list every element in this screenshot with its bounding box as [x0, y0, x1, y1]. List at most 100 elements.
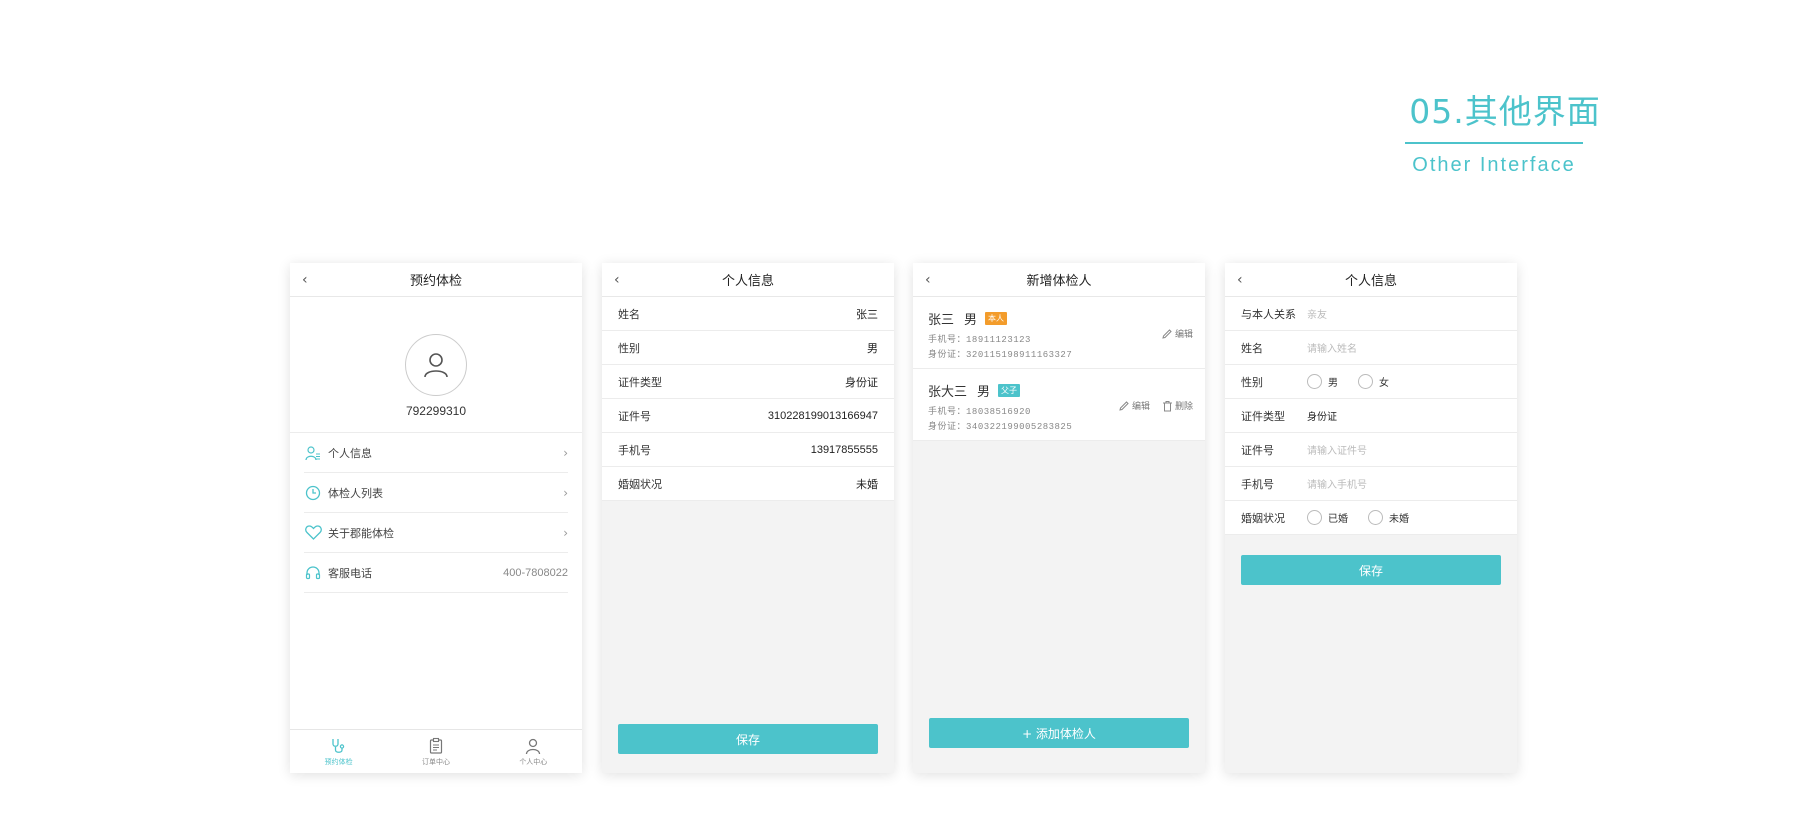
examinee-name: 张大三 — [928, 385, 968, 400]
nav-bar: ‹ 新增体检人 — [913, 263, 1205, 297]
row-label: 手机号 — [618, 443, 651, 457]
section-heading: 05.其他界面 Other Interface — [1405, 92, 1605, 177]
bottom-tabbar: 预约体检 订单中心 个人中心 — [290, 729, 582, 773]
radio-circle-icon — [1358, 374, 1373, 389]
row-value: 男 — [867, 342, 878, 355]
form-row-marital: 婚姻状况 已婚 未婚 — [1225, 501, 1517, 535]
back-icon[interactable]: ‹ — [302, 272, 316, 288]
page-title: 个人信息 — [1344, 274, 1397, 289]
id-value: 320115198911163327 — [966, 350, 1073, 360]
stethoscope-icon — [332, 738, 344, 753]
examinee-name-row: 张三 男 本人 — [928, 309, 1190, 328]
radio-label: 男 — [1328, 378, 1338, 389]
back-icon[interactable]: ‹ — [1237, 272, 1251, 288]
examinee-name: 张三 — [928, 313, 955, 328]
tab-appointment[interactable]: 预约体检 — [290, 730, 387, 773]
radio-label: 未婚 — [1389, 514, 1409, 525]
menu-item-personal-info[interactable]: 个人信息 › — [304, 433, 568, 473]
radio-male[interactable]: 男 — [1307, 374, 1338, 389]
row-label: 手机号 — [1241, 477, 1274, 491]
page-title: 个人信息 — [721, 274, 774, 289]
row-label: 性别 — [618, 341, 640, 355]
edit-label: 编辑 — [1131, 402, 1150, 412]
service-phone[interactable]: 400-7808022 — [503, 567, 568, 579]
radio-unmarried[interactable]: 未婚 — [1368, 510, 1409, 525]
screen-personal-info: ‹ 个人信息 姓名 张三 性别 男 证件类型 身份证 证件号 310228199… — [602, 263, 894, 773]
screen-edit-info: ‹ 个人信息 与本人关系 亲友 姓名 请输入姓名 性别 男 女 证件类型 身份证… — [1225, 263, 1517, 773]
info-row-marital: 婚姻状况 未婚 — [602, 467, 894, 501]
row-label: 证件号 — [1241, 443, 1274, 457]
form-row-id-type[interactable]: 证件类型 身份证 — [1225, 399, 1517, 433]
relation-field[interactable]: 亲友 — [1307, 306, 1327, 321]
radio-circle-icon — [1307, 510, 1322, 525]
examinee-card[interactable]: 张大三 男 父子 手机号：18038516920 身份证：34032219900… — [913, 369, 1205, 441]
card-actions: 编辑 — [1161, 327, 1193, 340]
delete-label: 删除 — [1174, 402, 1193, 412]
headset-icon — [304, 564, 322, 582]
examinee-gender: 男 — [964, 313, 978, 328]
id-value: 340322199005283825 — [966, 422, 1073, 432]
edit-label: 编辑 — [1174, 330, 1193, 340]
relation-badge: 父子 — [998, 384, 1021, 397]
id-label: 身份证： — [928, 422, 967, 432]
pencil-icon — [1119, 400, 1129, 411]
examinee-details: 手机号：18911123123 身份证：320115198911163327 — [928, 333, 1190, 363]
relation-badge: 本人 — [985, 312, 1008, 325]
radio-married[interactable]: 已婚 — [1307, 510, 1348, 525]
row-value: 张三 — [856, 308, 878, 321]
user-avatar-icon — [424, 353, 448, 378]
user-id: 792299310 — [405, 404, 467, 418]
edit-button[interactable]: 编辑 — [1118, 399, 1150, 412]
row-label: 婚姻状况 — [1241, 511, 1285, 525]
nav-bar: ‹ 预约体检 — [290, 263, 582, 297]
row-label: 性别 — [1241, 375, 1263, 389]
row-value: 未婚 — [856, 478, 878, 491]
id-number-input[interactable]: 请输入证件号 — [1307, 442, 1367, 457]
info-row-name: 姓名 张三 — [602, 297, 894, 331]
save-button[interactable]: 保存 — [618, 724, 878, 754]
clock-icon — [304, 484, 322, 502]
profile-menu: 个人信息 › 体检人列表 › 关于郡能体检 › 客服电话 400-7808022 — [290, 433, 582, 593]
back-icon[interactable]: ‹ — [614, 272, 628, 288]
form-row-id-number[interactable]: 证件号 请输入证件号 — [1225, 433, 1517, 467]
avatar[interactable] — [405, 334, 467, 396]
user-list-icon — [304, 444, 322, 462]
examinee-gender: 男 — [977, 385, 991, 400]
menu-label: 个人信息 — [328, 446, 372, 460]
name-input[interactable]: 请输入姓名 — [1307, 340, 1357, 355]
trash-icon — [1162, 400, 1172, 411]
phone-input[interactable]: 请输入手机号 — [1307, 476, 1367, 491]
marital-radio-group: 已婚 未婚 — [1307, 510, 1409, 525]
card-actions: 编辑 删除 — [1118, 399, 1193, 412]
row-label: 姓名 — [618, 307, 640, 321]
delete-button[interactable]: 删除 — [1162, 399, 1193, 412]
row-label: 与本人关系 — [1241, 307, 1296, 321]
row-label: 婚姻状况 — [618, 477, 662, 491]
tab-orders[interactable]: 订单中心 — [387, 730, 484, 773]
nav-bar: ‹ 个人信息 — [602, 263, 894, 297]
examinee-card[interactable]: 张三 男 本人 手机号：18911123123 身份证：320115198911… — [913, 297, 1205, 369]
row-label: 姓名 — [1241, 341, 1263, 355]
section-title-cn: 05.其他界面 — [1409, 92, 1601, 131]
back-icon[interactable]: ‹ — [925, 272, 939, 288]
id-type-value[interactable]: 身份证 — [1307, 408, 1337, 423]
row-label: 证件号 — [618, 409, 651, 423]
menu-item-customer-service[interactable]: 客服电话 400-7808022 — [304, 553, 568, 593]
form-row-relation[interactable]: 与本人关系 亲友 — [1225, 297, 1517, 331]
edit-button[interactable]: 编辑 — [1161, 327, 1193, 340]
chevron-right-icon: › — [563, 485, 568, 500]
save-button[interactable]: 保存 — [1241, 555, 1501, 585]
tab-label: 个人中心 — [519, 757, 548, 766]
examinee-name-row: 张大三 男 父子 — [928, 381, 1190, 400]
tab-profile[interactable]: 个人中心 — [485, 730, 582, 773]
form-row-name[interactable]: 姓名 请输入姓名 — [1225, 331, 1517, 365]
page-title: 新增体检人 — [1026, 274, 1092, 289]
menu-item-examinee-list[interactable]: 体检人列表 › — [304, 473, 568, 513]
form-row-phone[interactable]: 手机号 请输入手机号 — [1225, 467, 1517, 501]
pencil-icon — [1162, 328, 1172, 339]
radio-female[interactable]: 女 — [1358, 374, 1389, 389]
menu-item-about[interactable]: 关于郡能体检 › — [304, 513, 568, 553]
row-value: 身份证 — [845, 376, 878, 389]
add-examinee-button[interactable]: + 添加体检人 — [929, 718, 1189, 748]
menu-label: 关于郡能体检 — [328, 526, 394, 540]
